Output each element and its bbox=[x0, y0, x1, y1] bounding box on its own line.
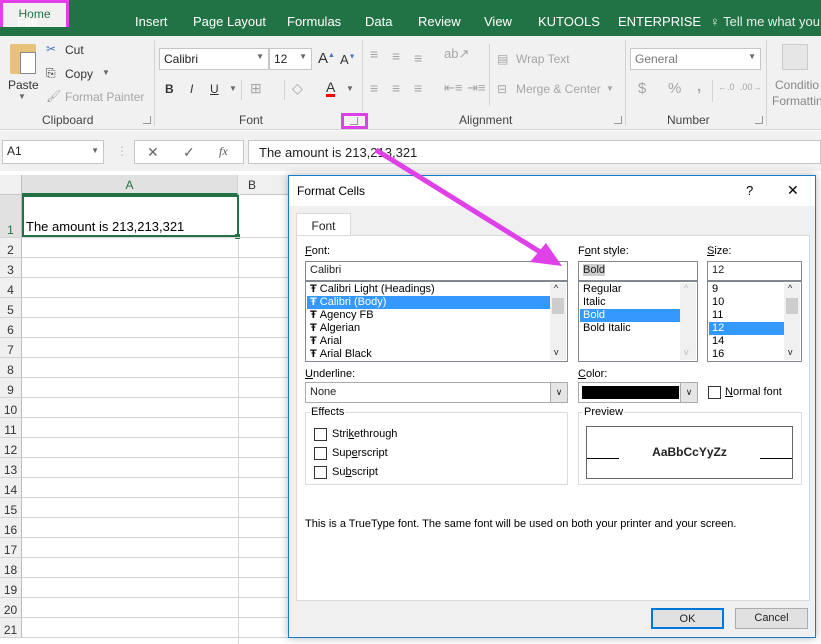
arrow-shaft bbox=[374, 147, 547, 258]
annotation-arrow bbox=[374, 147, 562, 266]
